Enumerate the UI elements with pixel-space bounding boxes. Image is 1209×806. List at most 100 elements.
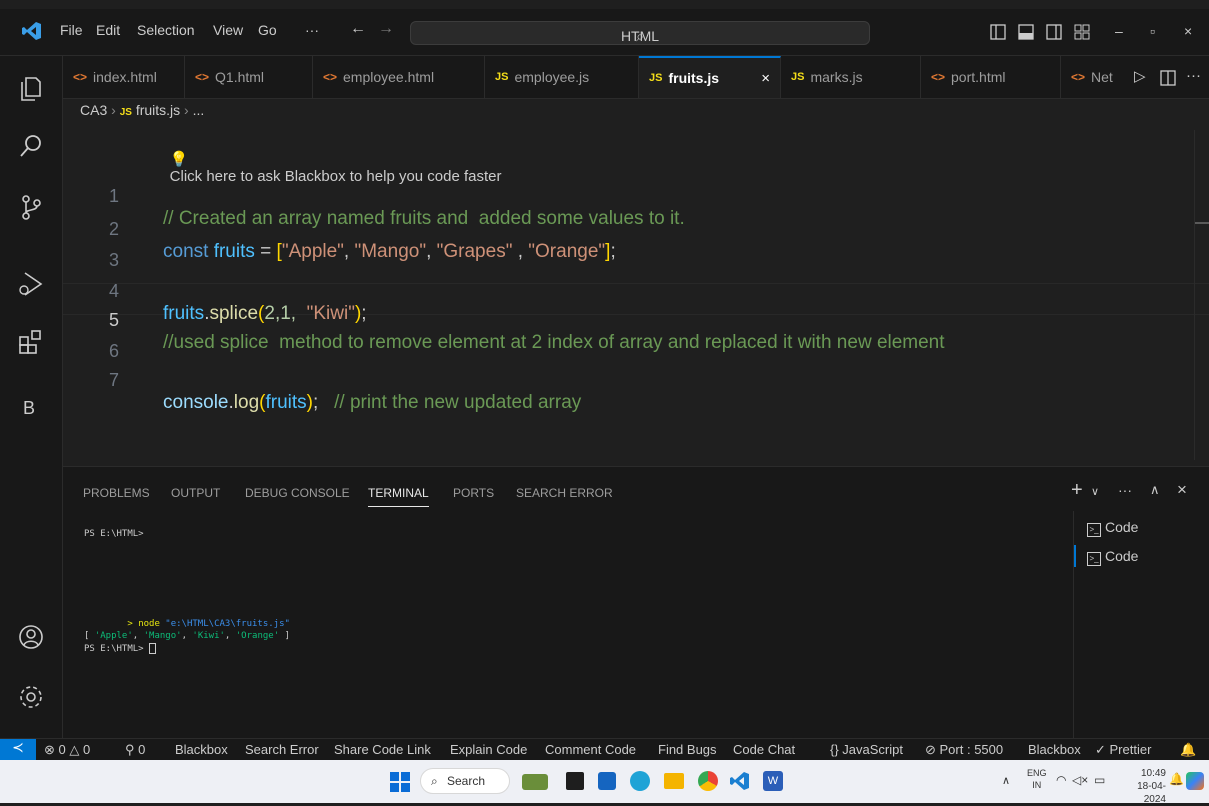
vscode-taskbar-icon[interactable] <box>730 771 750 791</box>
status-search-error[interactable]: Search Error <box>245 742 319 757</box>
notifications-bell-icon[interactable]: 🔔 <box>1180 742 1196 758</box>
taskbar-search[interactable]: ⌕ Search <box>420 768 510 794</box>
widgets-icon[interactable] <box>522 774 548 790</box>
extensions-icon[interactable] <box>15 326 47 358</box>
show-hidden-icons-chevron-icon[interactable]: ∧ <box>1002 774 1010 787</box>
breadcrumb-file[interactable]: fruits.js <box>136 102 180 118</box>
menu-file[interactable]: File <box>60 22 83 38</box>
close-window-button[interactable]: × <box>1184 23 1192 39</box>
clock[interactable]: 10:49 18-04-2024 <box>1116 767 1166 806</box>
breadcrumb-more[interactable]: ... <box>193 102 205 118</box>
run-debug-icon[interactable] <box>15 268 47 300</box>
tab-employee-js[interactable]: JS employee.js <box>485 56 639 98</box>
forward-arrow-icon[interactable]: → <box>378 20 394 38</box>
ports-indicator[interactable]: ⚲ 0 <box>125 742 145 758</box>
minimize-button[interactable]: – <box>1115 23 1123 39</box>
tab-marks-js[interactable]: JS marks.js <box>781 56 921 98</box>
word-icon[interactable]: W <box>763 771 783 791</box>
run-icon[interactable]: ▷ <box>1134 67 1146 85</box>
search-icon[interactable] <box>15 130 47 162</box>
tab-index-html[interactable]: <> index.html <box>63 56 185 98</box>
editor-scrollbar[interactable] <box>1194 130 1209 460</box>
tab-fruits-js[interactable]: JS fruits.js × <box>639 56 781 98</box>
new-terminal-icon[interactable]: + <box>1071 479 1083 502</box>
file-explorer-icon[interactable] <box>664 773 684 789</box>
status-blackbox-right[interactable]: Blackbox <box>1028 742 1081 757</box>
explorer-icon[interactable] <box>15 72 47 104</box>
tab-q1-html[interactable]: <> Q1.html <box>185 56 313 98</box>
status-blackbox[interactable]: Blackbox <box>175 742 228 757</box>
close-tab-icon[interactable]: × <box>761 70 770 87</box>
panel-tab-debug-console[interactable]: DEBUG CONSOLE <box>245 486 350 500</box>
status-explain-code[interactable]: Explain Code <box>450 742 527 757</box>
copilot-icon[interactable] <box>1186 772 1204 790</box>
taskbar-search-label: Search <box>447 774 486 788</box>
terminal-token: "e:\HTML\CA3\fruits.js" <box>165 619 290 629</box>
menu-go[interactable]: Go <box>258 22 277 38</box>
terminal-prompt[interactable]: PS E:\HTML> <box>84 643 157 654</box>
live-server-port[interactable]: ⊘ Port : 5500 <box>925 742 1003 758</box>
tab-net[interactable]: <> Net <box>1061 56 1131 98</box>
breadcrumb-folder[interactable]: CA3 <box>80 102 107 118</box>
panel-tab-ports[interactable]: PORTS <box>453 486 494 500</box>
terminal-cursor <box>149 643 157 654</box>
menu-edit[interactable]: Edit <box>96 22 120 38</box>
status-bar: ≺ ⊗ 0 △ 0 ⚲ 0 Blackbox Search Error Shar… <box>0 738 1209 761</box>
remote-indicator-icon[interactable]: ≺ <box>0 739 36 761</box>
wifi-icon[interactable]: ◠ <box>1056 773 1066 787</box>
customize-layout-icon[interactable] <box>1074 24 1090 40</box>
edge-browser-icon[interactable] <box>630 771 650 791</box>
back-arrow-icon[interactable]: ← <box>350 20 366 38</box>
error-count: 0 <box>58 742 66 757</box>
task-view-icon[interactable] <box>566 772 584 790</box>
menu-selection[interactable]: Selection <box>137 22 195 38</box>
source-control-icon[interactable] <box>15 191 47 223</box>
panel-tab-search-error[interactable]: SEARCH ERROR <box>516 486 613 500</box>
status-comment-code[interactable]: Comment Code <box>545 742 636 757</box>
restore-button[interactable]: ▫ <box>1150 23 1155 39</box>
search-icon: ⌕ <box>431 774 438 788</box>
toggle-secondary-sidebar-icon[interactable] <box>1046 24 1062 40</box>
notification-bell-icon[interactable]: 🔔 <box>1169 772 1184 786</box>
battery-icon[interactable]: ▭ <box>1094 773 1105 787</box>
prettier-status[interactable]: ✓ Prettier <box>1095 742 1151 758</box>
language-mode[interactable]: {} JavaScript <box>830 742 903 757</box>
chrome-icon[interactable] <box>698 771 718 791</box>
title-bar: File Edit Selection View Go ··· ← → ⌕ HT… <box>0 9 1209 56</box>
windows-start-icon[interactable] <box>390 772 410 792</box>
status-share-code-link[interactable]: Share Code Link <box>334 742 431 757</box>
accounts-icon[interactable] <box>15 621 47 653</box>
toggle-panel-icon[interactable] <box>1018 24 1034 40</box>
problems-indicator[interactable]: ⊗ 0 △ 0 <box>44 742 90 758</box>
store-icon[interactable] <box>598 772 616 790</box>
close-panel-icon[interactable]: × <box>1177 480 1187 500</box>
terminal-icon: >_ <box>1087 552 1101 566</box>
panel-more-icon[interactable]: ··· <box>1118 482 1132 498</box>
volume-muted-icon[interactable]: ◁× <box>1072 773 1088 787</box>
status-find-bugs[interactable]: Find Bugs <box>658 742 717 757</box>
terminal-name: Code <box>1105 548 1139 564</box>
panel-tab-terminal[interactable]: TERMINAL <box>368 486 429 507</box>
blackbox-b-icon[interactable]: B <box>23 398 35 419</box>
split-editor-icon[interactable] <box>1160 70 1176 86</box>
command-center-search[interactable]: ⌕ HTML <box>410 21 870 45</box>
terminal-list-item[interactable]: >_ Code <box>1087 548 1138 566</box>
panel-tab-problems[interactable]: PROBLEMS <box>83 486 150 500</box>
stop-icon: ⊘ <box>925 742 940 757</box>
tab-employee-html[interactable]: <> employee.html <box>313 56 485 98</box>
manage-gear-icon[interactable] <box>15 681 47 713</box>
menu-more[interactable]: ··· <box>305 22 319 38</box>
status-code-chat[interactable]: Code Chat <box>733 742 795 757</box>
chevron-down-icon[interactable]: ∨ <box>1091 485 1099 498</box>
toggle-primary-sidebar-icon[interactable] <box>990 24 1006 40</box>
terminal-token: [ <box>84 631 95 641</box>
tab-port-html[interactable]: <> port.html <box>921 56 1061 98</box>
menu-view[interactable]: View <box>213 22 243 38</box>
terminal-list-item[interactable]: >_ Code <box>1087 519 1138 537</box>
code-editor[interactable]: 💡 Click here to ask Blackbox to help you… <box>63 120 1209 465</box>
warning-count: 0 <box>82 742 91 757</box>
maximize-panel-icon[interactable]: ∧ <box>1150 482 1160 498</box>
more-actions-icon[interactable]: ··· <box>1186 67 1201 84</box>
language-indicator[interactable]: ENG IN <box>1027 767 1047 791</box>
panel-tab-output[interactable]: OUTPUT <box>171 486 220 500</box>
